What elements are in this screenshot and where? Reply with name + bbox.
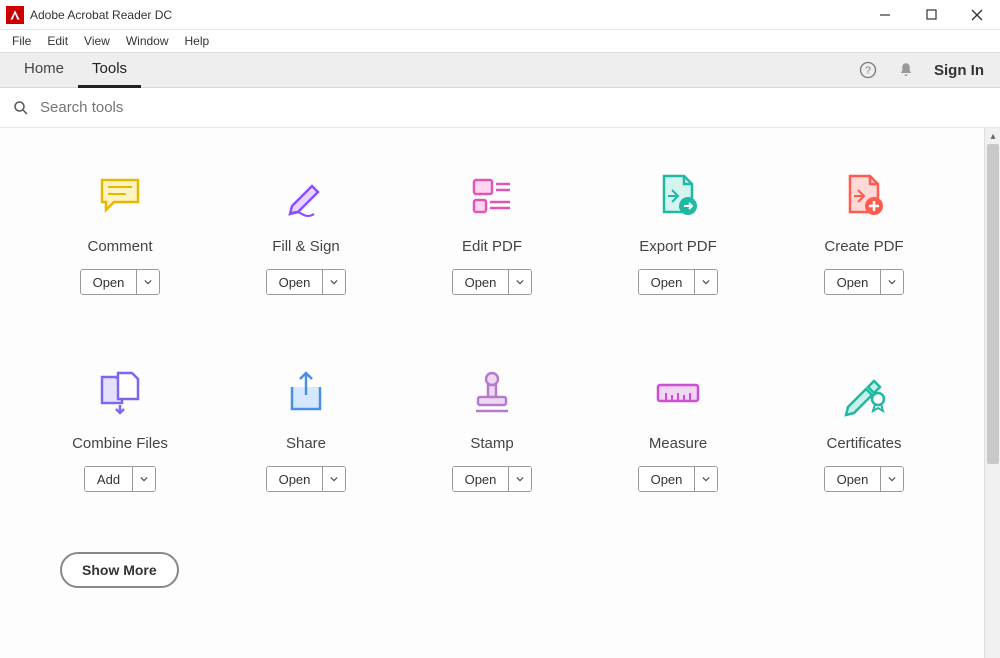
tool-add-button[interactable]: Add xyxy=(84,466,156,492)
measure-icon xyxy=(650,365,706,421)
chevron-down-icon[interactable] xyxy=(323,467,345,491)
tool-open-button[interactable]: Open xyxy=(452,269,533,295)
titlebar: Adobe Acrobat Reader DC xyxy=(0,0,1000,30)
chevron-down-icon[interactable] xyxy=(881,467,903,491)
comment-icon xyxy=(92,168,148,224)
stamp-icon xyxy=(464,365,520,421)
tool-stamp: Stamp Open xyxy=(404,365,580,492)
sign-in-link[interactable]: Sign In xyxy=(934,62,990,79)
tool-export-pdf: Export PDF Open xyxy=(590,168,766,295)
edit-pdf-icon xyxy=(464,168,520,224)
certificates-icon xyxy=(836,365,892,421)
tool-certificates: Certificates Open xyxy=(776,365,952,492)
tool-edit-pdf: Edit PDF Open xyxy=(404,168,580,295)
chevron-down-icon[interactable] xyxy=(133,467,155,491)
svg-text:?: ? xyxy=(865,65,871,76)
search-icon xyxy=(12,99,30,117)
menu-view[interactable]: View xyxy=(76,32,118,50)
chevron-down-icon[interactable] xyxy=(323,270,345,294)
notifications-icon[interactable] xyxy=(896,60,916,80)
searchbar xyxy=(0,88,1000,128)
chevron-down-icon[interactable] xyxy=(881,270,903,294)
tool-open-button[interactable]: Open xyxy=(638,466,719,492)
chevron-down-icon[interactable] xyxy=(509,270,531,294)
tool-label: Create PDF xyxy=(824,238,903,255)
tools-panel: Comment Open Fill & Sign Open Edit PDF xyxy=(0,128,984,658)
app-logo-icon xyxy=(6,6,24,24)
tool-create-pdf: Create PDF Open xyxy=(776,168,952,295)
tool-open-button[interactable]: Open xyxy=(638,269,719,295)
export-pdf-icon xyxy=(650,168,706,224)
app-title: Adobe Acrobat Reader DC xyxy=(30,8,172,22)
close-button[interactable] xyxy=(954,0,1000,30)
tool-fill-sign: Fill & Sign Open xyxy=(218,168,394,295)
menu-help[interactable]: Help xyxy=(177,32,218,50)
share-icon xyxy=(278,365,334,421)
create-pdf-icon xyxy=(836,168,892,224)
tab-tools[interactable]: Tools xyxy=(78,52,141,88)
tool-label: Certificates xyxy=(826,435,901,452)
show-more-button[interactable]: Show More xyxy=(60,552,179,588)
tool-label: Share xyxy=(286,435,326,452)
tool-share: Share Open xyxy=(218,365,394,492)
combine-files-icon xyxy=(92,365,148,421)
tool-label: Export PDF xyxy=(639,238,717,255)
tool-open-button[interactable]: Open xyxy=(80,269,161,295)
menubar: File Edit View Window Help xyxy=(0,30,1000,52)
chevron-down-icon[interactable] xyxy=(509,467,531,491)
tool-open-button[interactable]: Open xyxy=(824,466,905,492)
menu-file[interactable]: File xyxy=(4,32,39,50)
tool-comment: Comment Open xyxy=(32,168,208,295)
help-icon[interactable]: ? xyxy=(858,60,878,80)
tool-label: Comment xyxy=(87,238,152,255)
maximize-button[interactable] xyxy=(908,0,954,30)
tool-combine-files: Combine Files Add xyxy=(32,365,208,492)
tool-label: Fill & Sign xyxy=(272,238,340,255)
window-controls xyxy=(862,0,1000,30)
chevron-down-icon[interactable] xyxy=(137,270,159,294)
minimize-button[interactable] xyxy=(862,0,908,30)
menu-edit[interactable]: Edit xyxy=(39,32,76,50)
scroll-thumb[interactable] xyxy=(987,144,999,464)
fill-sign-icon xyxy=(278,168,334,224)
tab-home[interactable]: Home xyxy=(10,52,78,88)
tool-open-button[interactable]: Open xyxy=(266,269,347,295)
tool-label: Combine Files xyxy=(72,435,168,452)
tool-measure: Measure Open xyxy=(590,365,766,492)
tool-label: Edit PDF xyxy=(462,238,522,255)
tool-open-button[interactable]: Open xyxy=(266,466,347,492)
tool-label: Stamp xyxy=(470,435,513,452)
menu-window[interactable]: Window xyxy=(118,32,177,50)
scroll-up-icon[interactable]: ▴ xyxy=(985,128,1000,144)
vertical-scrollbar[interactable]: ▴ xyxy=(984,128,1000,658)
tool-label: Measure xyxy=(649,435,707,452)
chevron-down-icon[interactable] xyxy=(695,467,717,491)
tool-open-button[interactable]: Open xyxy=(824,269,905,295)
chevron-down-icon[interactable] xyxy=(695,270,717,294)
tabbar: Home Tools ? Sign In xyxy=(0,52,1000,88)
search-input[interactable] xyxy=(40,99,988,116)
tool-open-button[interactable]: Open xyxy=(452,466,533,492)
